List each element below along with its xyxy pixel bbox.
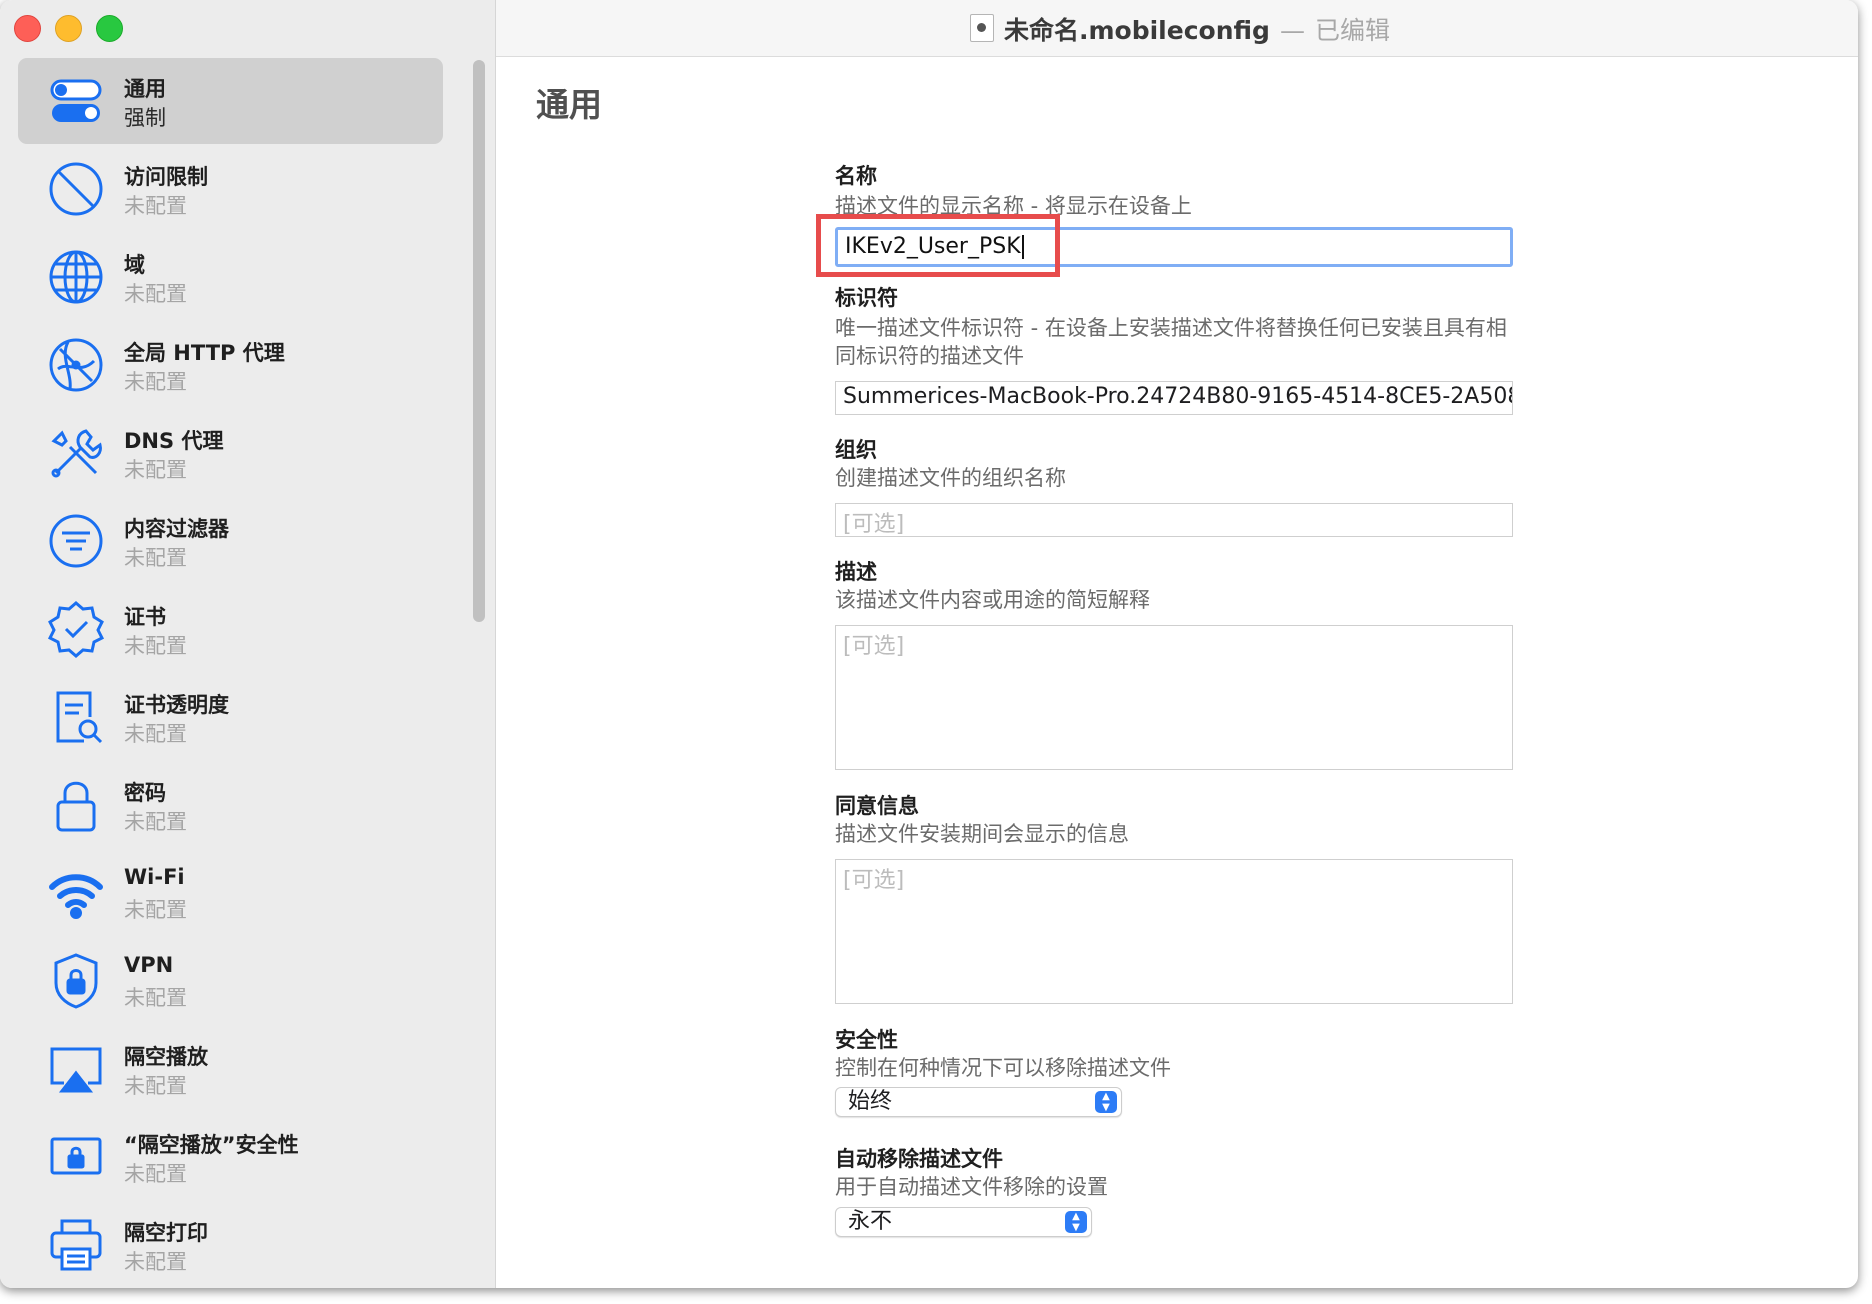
auto-remove-popup-value: 永不 — [848, 1209, 893, 1234]
sidebar-item-general[interactable]: 通用 强制 — [18, 58, 443, 144]
window-title-filename: 未命名.mobileconfig — [1004, 16, 1270, 45]
sidebar-item-status: 未配置 — [124, 458, 187, 482]
sidebar-item-status: 未配置 — [124, 1162, 187, 1186]
sidebar-item-title: “隔空播放”安全性 — [124, 1133, 299, 1157]
sidebar-item-dns-proxy[interactable]: DNS 代理 未配置 — [18, 410, 443, 496]
sidebar-item-content-filter[interactable]: 内容过滤器 未配置 — [18, 498, 443, 584]
security-popup-value: 始终 — [848, 1089, 893, 1114]
sidebar-item-certificates[interactable]: 证书 未配置 — [18, 586, 443, 672]
sidebar-item-airplay[interactable]: 隔空播放 未配置 — [18, 1026, 443, 1112]
sidebar-item-title: 密码 — [124, 781, 166, 805]
window-title-status: 已编辑 — [1314, 16, 1390, 45]
sidebar-item-title: 通用 — [124, 77, 166, 101]
sidebar-item-passcode[interactable]: 密码 未配置 — [18, 762, 443, 848]
document-search-icon — [46, 687, 106, 747]
window-title-separator: — — [1279, 16, 1305, 45]
sidebar-item-vpn[interactable]: VPN 未配置 — [18, 938, 443, 1024]
sidebar-item-restrictions[interactable]: 访问限制 未配置 — [18, 146, 443, 232]
highlight-box — [816, 214, 1060, 277]
consent-description: 描述文件安装期间会显示的信息 — [835, 822, 1129, 846]
sidebar-item-status: 未配置 — [124, 722, 187, 746]
airplay-lock-icon — [46, 1127, 106, 1187]
security-label: 安全性 — [835, 1028, 898, 1052]
description-label: 描述 — [835, 560, 877, 584]
sidebar-item-status: 未配置 — [124, 898, 187, 922]
sidebar-item-title: 域 — [124, 253, 145, 277]
sidebar-item-status: 未配置 — [124, 1074, 187, 1098]
auto-remove-popup[interactable]: 永不 ▲ ▼ — [835, 1207, 1092, 1237]
organization-description: 创建描述文件的组织名称 — [835, 466, 1066, 490]
minimize-window-button[interactable] — [55, 15, 82, 42]
toggle-switches-icon — [46, 71, 106, 131]
sidebar-item-title: 访问限制 — [124, 165, 208, 189]
organization-label: 组织 — [835, 438, 877, 462]
globe-icon — [46, 247, 106, 307]
popup-stepper-icon: ▲ ▼ — [1065, 1211, 1087, 1233]
sidebar-item-status: 未配置 — [124, 282, 187, 306]
sidebar-item-certificate-transparency[interactable]: 证书透明度 未配置 — [18, 674, 443, 760]
description-description: 该描述文件内容或用途的简短解释 — [835, 588, 1150, 612]
sidebar-item-wifi[interactable]: Wi-Fi 未配置 — [18, 850, 443, 936]
identifier-description: 唯一描述文件标识符 - 在设备上安装描述文件将替换任何已安装且具有相同标识符的描… — [835, 316, 1507, 368]
certificate-seal-icon — [46, 599, 106, 659]
identifier-field[interactable]: Summerices-MacBook-Pro.24724B80-9165-451… — [835, 381, 1513, 415]
sidebar-item-status: 强制 — [124, 106, 166, 130]
security-description: 控制在何种情况下可以移除描述文件 — [835, 1056, 1171, 1080]
sidebar-item-title: 全局 HTTP 代理 — [124, 341, 285, 365]
mobileconfig-document-icon — [970, 14, 994, 42]
sidebar-item-status: 未配置 — [124, 546, 187, 570]
vpn-shield-lock-icon — [46, 951, 106, 1011]
name-label: 名称 — [835, 164, 877, 188]
sidebar-item-title: VPN — [124, 953, 174, 977]
page-title: 通用 — [536, 85, 602, 124]
sidebar-item-status: 未配置 — [124, 986, 187, 1010]
sidebar-item-status: 未配置 — [124, 1250, 187, 1274]
popup-stepper-icon: ▲ ▼ — [1095, 1091, 1117, 1113]
wifi-icon — [46, 863, 106, 923]
app-window: 通用 强制 访问限制 未配置 域 未配置 全局 HTTP 代理 未配置 DNS … — [0, 0, 1858, 1288]
lock-icon — [46, 775, 106, 835]
security-popup[interactable]: 始终 ▲ ▼ — [835, 1087, 1122, 1117]
network-globe-icon — [46, 335, 106, 395]
description-field[interactable]: [可选] — [835, 625, 1513, 770]
sidebar-item-title: Wi-Fi — [124, 865, 185, 889]
sidebar-item-status: 未配置 — [124, 370, 187, 394]
auto-remove-description: 用于自动描述文件移除的设置 — [835, 1175, 1108, 1199]
zoom-window-button[interactable] — [96, 15, 123, 42]
sidebar-scrollbar[interactable] — [473, 60, 485, 622]
printer-icon — [46, 1215, 106, 1275]
consent-message-field[interactable]: [可选] — [835, 859, 1513, 1004]
sidebar-item-airprint[interactable]: 隔空打印 未配置 — [18, 1202, 443, 1288]
consent-label: 同意信息 — [835, 794, 919, 818]
identifier-label: 标识符 — [835, 286, 898, 310]
organization-field[interactable]: [可选] — [835, 503, 1513, 537]
auto-remove-label: 自动移除描述文件 — [835, 1147, 1003, 1171]
sidebar: 通用 强制 访问限制 未配置 域 未配置 全局 HTTP 代理 未配置 DNS … — [0, 0, 496, 1288]
sidebar-item-title: 证书透明度 — [124, 693, 229, 717]
sidebar-item-status: 未配置 — [124, 810, 187, 834]
sidebar-item-domains[interactable]: 域 未配置 — [18, 234, 443, 320]
sidebar-item-title: 证书 — [124, 605, 166, 629]
sidebar-item-global-http-proxy[interactable]: 全局 HTTP 代理 未配置 — [18, 322, 443, 408]
airplay-icon — [46, 1039, 106, 1099]
close-window-button[interactable] — [14, 15, 41, 42]
sidebar-item-title: DNS 代理 — [124, 429, 224, 453]
sidebar-item-title: 隔空打印 — [124, 1221, 208, 1245]
prohibited-icon — [46, 159, 106, 219]
sidebar-item-title: 隔空播放 — [124, 1045, 208, 1069]
sidebar-item-title: 内容过滤器 — [124, 517, 229, 541]
sidebar-item-airplay-security[interactable]: “隔空播放”安全性 未配置 — [18, 1114, 443, 1200]
window-title: 未命名.mobileconfig — 已编辑 — [1004, 11, 1390, 47]
filter-lines-icon — [46, 511, 106, 571]
sidebar-item-status: 未配置 — [124, 194, 187, 218]
wrench-screwdriver-icon — [46, 423, 106, 483]
sidebar-item-status: 未配置 — [124, 634, 187, 658]
